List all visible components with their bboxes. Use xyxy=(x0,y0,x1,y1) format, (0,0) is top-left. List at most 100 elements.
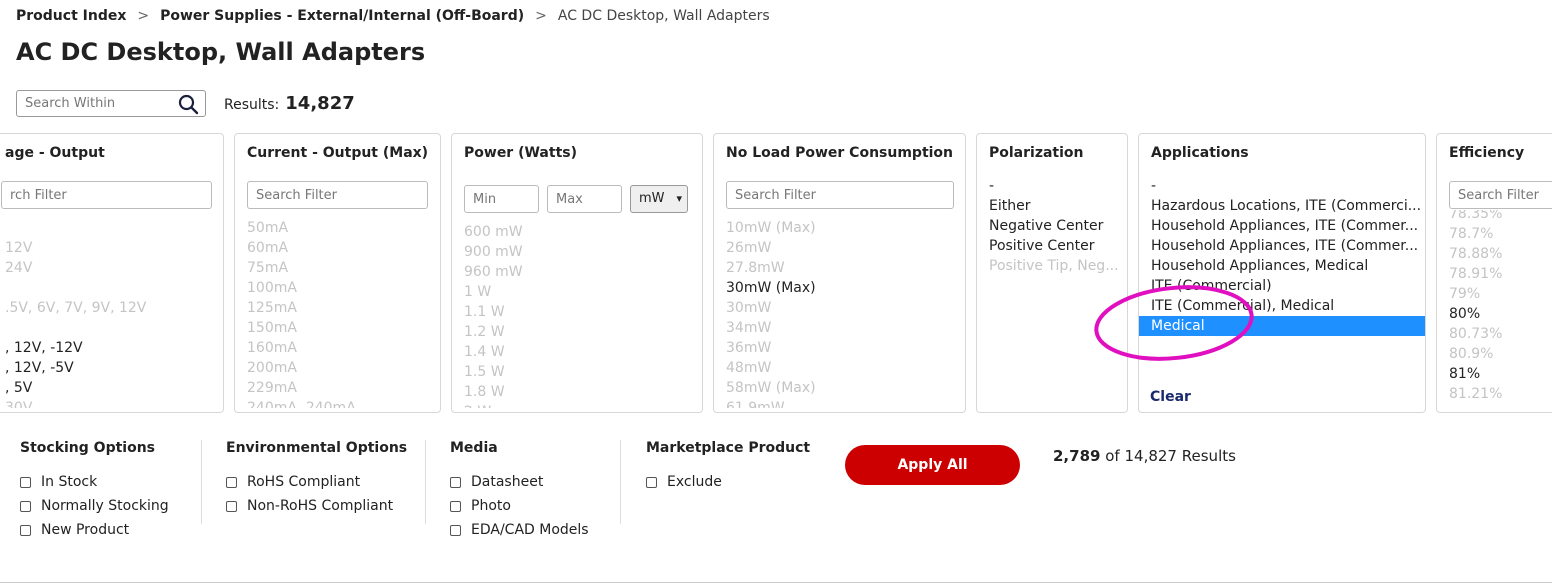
filter-option[interactable]: 81% xyxy=(1437,364,1552,384)
checkbox-non-rohs-compliant[interactable]: Non-RoHS Compliant xyxy=(226,498,393,514)
filter-option[interactable]: Hazardous Locations, ITE (Commerci... xyxy=(1139,196,1425,216)
filter-option[interactable]: 30mW xyxy=(714,298,965,318)
filter-option[interactable]: .5V, 6V, 7V, 9V, 12V xyxy=(0,298,223,318)
filter-option[interactable]: 61.9mW xyxy=(714,398,965,408)
filter-option[interactable]: 30mW (Max) xyxy=(714,278,965,298)
filter-option[interactable]: 78.35% xyxy=(1437,210,1552,224)
filter-option[interactable]: 200mA xyxy=(235,358,440,378)
no-load-filter-search-input[interactable] xyxy=(726,181,954,209)
filter-option[interactable]: 125mA xyxy=(235,298,440,318)
filter-option[interactable]: - xyxy=(1139,176,1425,196)
clear-link[interactable]: Clear xyxy=(1150,389,1191,405)
filter-option[interactable]: 1.8 W xyxy=(452,382,702,402)
current-filter-search-input[interactable] xyxy=(247,181,428,209)
voltage-filter-search-input[interactable] xyxy=(1,181,212,209)
checkbox-label: RoHS Compliant xyxy=(247,474,361,490)
checkbox-new-product[interactable]: New Product xyxy=(20,522,129,538)
power-max-input[interactable] xyxy=(547,185,622,213)
checkbox-icon[interactable] xyxy=(646,476,657,488)
filter-option[interactable]: 81.21% xyxy=(1437,384,1552,404)
filter-option[interactable]: ITE (Commercial) xyxy=(1139,276,1425,296)
filter-current-output: Current - Output (Max) 50mA 60mA 75mA 10… xyxy=(234,133,441,413)
checkbox-icon[interactable] xyxy=(20,500,31,512)
filter-option[interactable]: 78.91% xyxy=(1437,264,1552,284)
filter-option[interactable]: 75mA xyxy=(235,258,440,278)
checkbox-icon[interactable] xyxy=(450,500,461,512)
filter-option[interactable]: 1.4 W xyxy=(452,342,702,362)
power-unit-select[interactable]: mW ▾ xyxy=(630,185,688,213)
filter-option[interactable]: Positive Tip, Neg... xyxy=(977,256,1127,276)
filter-option[interactable]: 229mA xyxy=(235,378,440,398)
filter-option[interactable]: Either xyxy=(977,196,1127,216)
filter-option[interactable]: 78.88% xyxy=(1437,244,1552,264)
checkbox-label: Normally Stocking xyxy=(41,498,169,514)
filter-option[interactable]: 27.8mW xyxy=(714,258,965,278)
filter-option[interactable]: 1.1 W xyxy=(452,302,702,322)
filter-option[interactable]: 26mW xyxy=(714,238,965,258)
filter-option[interactable]: 79% xyxy=(1437,284,1552,304)
filter-option[interactable]: 10mW (Max) xyxy=(714,218,965,238)
search-within-input[interactable] xyxy=(17,91,175,116)
filter-option[interactable]: 960 mW xyxy=(452,262,702,282)
filter-option[interactable] xyxy=(0,318,223,338)
filter-option[interactable]: 80% xyxy=(1437,304,1552,324)
efficiency-filter-search-input[interactable] xyxy=(1449,181,1552,209)
applications-options-list: - Hazardous Locations, ITE (Commerci... … xyxy=(1139,176,1425,336)
checkbox-normally-stocking[interactable]: Normally Stocking xyxy=(20,498,169,514)
filter-option[interactable]: 36mW xyxy=(714,338,965,358)
filter-option[interactable]: 240mA, 240mA xyxy=(235,398,440,408)
breadcrumb-power-supplies[interactable]: Power Supplies - External/Internal (Off-… xyxy=(160,8,524,24)
power-min-input[interactable] xyxy=(464,185,539,213)
filter-option[interactable]: ITE (Commercial), Medical xyxy=(1139,296,1425,316)
checkbox-icon[interactable] xyxy=(450,524,461,536)
filter-option[interactable]: Negative Center xyxy=(977,216,1127,236)
filter-option[interactable]: 60mA xyxy=(235,238,440,258)
filter-option[interactable]: 1.2 W xyxy=(452,322,702,342)
filter-option[interactable]: 1.5 W xyxy=(452,362,702,382)
checkbox-datasheet[interactable]: Datasheet xyxy=(450,474,543,490)
filter-option[interactable]: 1 W xyxy=(452,282,702,302)
current-options-list: 50mA 60mA 75mA 100mA 125mA 150mA 160mA 2… xyxy=(235,218,440,408)
filter-option[interactable]: 600 mW xyxy=(452,222,702,242)
environmental-options: Environmental Options RoHS Compliant Non… xyxy=(226,440,407,514)
checkbox-icon[interactable] xyxy=(20,476,31,488)
filter-option[interactable]: Positive Center xyxy=(977,236,1127,256)
filter-option[interactable]: 30V xyxy=(0,398,223,408)
checkbox-icon[interactable] xyxy=(226,476,237,488)
filter-option[interactable]: 80.9% xyxy=(1437,344,1552,364)
search-icon[interactable] xyxy=(178,94,199,119)
checkbox-icon[interactable] xyxy=(226,500,237,512)
filter-option[interactable]: 150mA xyxy=(235,318,440,338)
filter-option[interactable] xyxy=(0,278,223,298)
checkbox-photo[interactable]: Photo xyxy=(450,498,511,514)
checkbox-eda-cad-models[interactable]: EDA/CAD Models xyxy=(450,522,589,538)
filter-option[interactable]: , 5V xyxy=(0,378,223,398)
filter-option[interactable]: 24V xyxy=(0,258,223,278)
filter-option[interactable]: Household Appliances, ITE (Commer... xyxy=(1139,236,1425,256)
filter-option[interactable]: 50mA xyxy=(235,218,440,238)
checkbox-icon[interactable] xyxy=(450,476,461,488)
filter-option[interactable]: Household Appliances, Medical xyxy=(1139,256,1425,276)
checkbox-in-stock[interactable]: In Stock xyxy=(20,474,97,490)
filter-option[interactable]: , 12V, -12V xyxy=(0,338,223,358)
filter-option[interactable]: , 12V, -5V xyxy=(0,358,223,378)
filter-option-selected[interactable]: Medical xyxy=(1139,316,1425,336)
filter-option[interactable]: Household Appliances, ITE (Commer... xyxy=(1139,216,1425,236)
apply-all-button[interactable]: Apply All xyxy=(845,445,1020,485)
checkbox-rohs-compliant[interactable]: RoHS Compliant xyxy=(226,474,360,490)
filter-option[interactable]: 12V xyxy=(0,238,223,258)
filter-option[interactable]: 100mA xyxy=(235,278,440,298)
filter-option[interactable]: 80.73% xyxy=(1437,324,1552,344)
filter-option[interactable]: 78.7% xyxy=(1437,224,1552,244)
filter-option[interactable]: 34mW xyxy=(714,318,965,338)
checkbox-exclude[interactable]: Exclude xyxy=(646,474,722,490)
filter-option[interactable]: 160mA xyxy=(235,338,440,358)
filter-option[interactable]: 58mW (Max) xyxy=(714,378,965,398)
breadcrumb-product-index[interactable]: Product Index xyxy=(16,8,126,24)
checkbox-icon[interactable] xyxy=(20,524,31,536)
filter-option[interactable] xyxy=(0,218,223,238)
filter-option[interactable]: 2 W xyxy=(452,402,702,408)
filter-option[interactable]: 48mW xyxy=(714,358,965,378)
filter-option[interactable]: 900 mW xyxy=(452,242,702,262)
filter-option[interactable]: - xyxy=(977,176,1127,196)
